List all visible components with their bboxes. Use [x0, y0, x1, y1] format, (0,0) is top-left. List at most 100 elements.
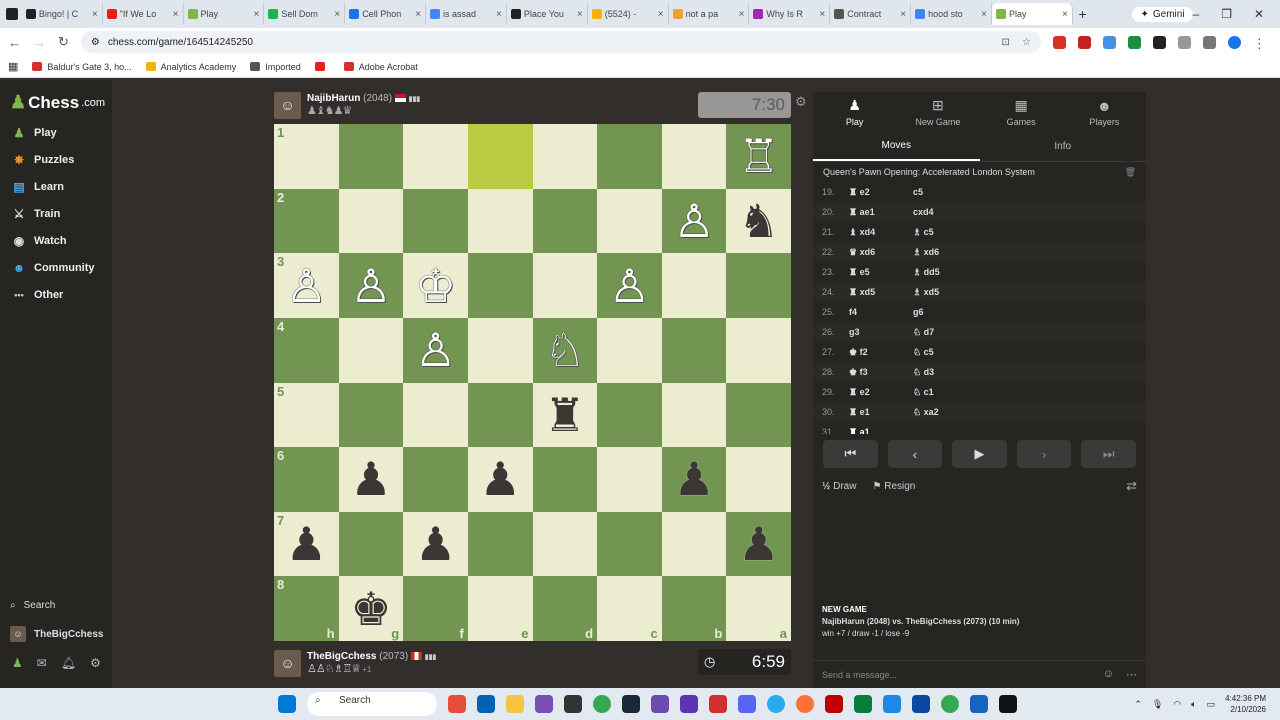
- black-king-icon[interactable]: ♚: [350, 586, 391, 632]
- board-square-f1[interactable]: [403, 124, 468, 189]
- black-move[interactable]: ♘ c1: [913, 387, 977, 398]
- sidebar-item-community[interactable]: ☻ Community: [12, 261, 95, 275]
- app-icon[interactable]: [912, 695, 930, 713]
- chesscom-logo[interactable]: ♟ Chess .com: [10, 92, 105, 113]
- black-pawn-icon[interactable]: ♟: [673, 456, 714, 502]
- telegram-icon[interactable]: [767, 695, 785, 713]
- board-square-f3[interactable]: ♔: [403, 253, 468, 318]
- white-move[interactable]: ♜ a1: [849, 427, 913, 435]
- black-move[interactable]: g6: [913, 307, 977, 317]
- sidepanel-icon[interactable]: [1202, 35, 1216, 49]
- black-move[interactable]: ♗ xd5: [913, 287, 977, 298]
- board-square-h3[interactable]: 3 ♙: [274, 253, 339, 318]
- filezilla-icon[interactable]: [825, 695, 843, 713]
- black-knight-icon[interactable]: ♞: [738, 198, 779, 244]
- profile-avatar[interactable]: [1227, 35, 1241, 49]
- battery-icon[interactable]: ▭: [1207, 699, 1216, 710]
- sidebar-item-train[interactable]: ⚔ Train: [12, 207, 61, 221]
- browser-tab[interactable]: hood sto ×: [911, 3, 992, 25]
- board-square-g3[interactable]: ♙: [338, 253, 404, 318]
- board-square-b6[interactable]: ♟: [661, 447, 727, 512]
- browser-tab[interactable]: Play ×: [184, 3, 265, 25]
- black-rook-icon[interactable]: ♜: [544, 392, 585, 438]
- board-square-c3[interactable]: ♙: [597, 253, 662, 318]
- white-move[interactable]: ♚ f2: [849, 347, 913, 358]
- board-square-c2[interactable]: [597, 188, 662, 254]
- own-avatar[interactable]: ☺: [274, 649, 301, 677]
- black-move[interactable]: c5: [913, 187, 977, 197]
- close-icon[interactable]: ×: [900, 9, 906, 20]
- more-options-icon[interactable]: ⋯: [1126, 668, 1137, 681]
- tab-search-icon[interactable]: [6, 8, 18, 20]
- sidebar-item-puzzles[interactable]: ✸ Puzzles: [12, 153, 74, 167]
- board-square-b8[interactable]: b: [661, 576, 727, 641]
- draw-button[interactable]: ½ Draw: [822, 481, 856, 492]
- opponent-name[interactable]: NajibHarun: [307, 93, 360, 104]
- app-icon[interactable]: [999, 695, 1017, 713]
- taskbar-search[interactable]: ⌕ Search: [307, 692, 437, 716]
- board-square-b5[interactable]: [661, 382, 727, 448]
- bookmark-item[interactable]: Imported: [250, 62, 301, 72]
- board-square-b1[interactable]: [661, 124, 727, 189]
- black-pawn-icon[interactable]: ♟: [415, 521, 456, 567]
- board-square-d7[interactable]: [532, 511, 598, 577]
- app-icon[interactable]: [564, 695, 582, 713]
- maximize-icon[interactable]: ❐: [1221, 7, 1232, 21]
- browser-tab[interactable]: Cell Phon ×: [345, 3, 427, 25]
- board-square-d6[interactable]: [532, 447, 598, 512]
- board-square-g2[interactable]: [338, 188, 404, 254]
- sidebar-profile[interactable]: ☺ TheBigCchess: [10, 626, 103, 642]
- white-pawn-icon[interactable]: ♙: [415, 327, 456, 373]
- board-square-c1[interactable]: [597, 124, 662, 189]
- board-square-c7[interactable]: [597, 511, 662, 577]
- white-pawn-icon[interactable]: ♙: [350, 263, 391, 309]
- app-icon[interactable]: [709, 695, 727, 713]
- app-icon[interactable]: [448, 695, 466, 713]
- close-icon[interactable]: ×: [254, 9, 260, 20]
- close-icon[interactable]: ×: [658, 9, 664, 20]
- file-explorer-icon[interactable]: [506, 695, 524, 713]
- sidebar-item-play[interactable]: ♟ Play: [12, 126, 57, 140]
- white-pawn-icon[interactable]: ♙: [609, 263, 650, 309]
- opening-name[interactable]: Queen's Pawn Opening: Accelerated London…: [823, 167, 1035, 177]
- board-square-d3[interactable]: [532, 253, 598, 318]
- bookmark-item[interactable]: [314, 62, 330, 71]
- board-square-b2[interactable]: ♙: [661, 188, 727, 254]
- white-move[interactable]: ♜ e5: [849, 267, 913, 278]
- board-square-f7[interactable]: ♟: [403, 511, 468, 577]
- board-square-h8[interactable]: 8h: [274, 576, 339, 641]
- black-move[interactable]: ♗ dd5: [913, 267, 977, 278]
- white-move[interactable]: ♜ xd5: [849, 287, 913, 298]
- browser-tab[interactable]: (5524) - ×: [588, 3, 669, 25]
- browser-tab[interactable]: Place You ×: [507, 3, 588, 25]
- board-square-h1[interactable]: 1: [274, 124, 339, 189]
- browser-tab[interactable]: not a pa ×: [669, 3, 750, 25]
- app-icon[interactable]: [680, 695, 698, 713]
- chess-board[interactable]: 1 ♖ 2 ♙ ♞ 3 ♙ ♙ ♔ ♙ 4 ♙ ♘ 5 ♜ 6 ♟ ♟ ♟ 7 ♟ ♟ ♟ 8 h g ♚ f e d c b a: [274, 124, 791, 641]
- board-square-e1[interactable]: [467, 124, 533, 189]
- extension-icon[interactable]: [1102, 35, 1116, 49]
- extension-icon[interactable]: [1127, 35, 1141, 49]
- board-settings-icon[interactable]: ⚙: [795, 94, 807, 110]
- board-square-f2[interactable]: [403, 188, 468, 254]
- sidebar-item-watch[interactable]: ◉ Watch: [12, 234, 67, 248]
- play-moves-button[interactable]: ▶: [952, 440, 1007, 468]
- board-square-a8[interactable]: a: [726, 576, 791, 641]
- board-square-a6[interactable]: [726, 447, 791, 512]
- board-square-b3[interactable]: [661, 253, 727, 318]
- browser-tab[interactable]: Bingo! | C ×: [22, 3, 103, 25]
- white-move[interactable]: ♜ e2: [849, 387, 913, 398]
- extension-icon[interactable]: [1152, 35, 1166, 49]
- black-move[interactable]: ♘ d7: [913, 327, 977, 338]
- board-square-c5[interactable]: [597, 382, 662, 448]
- board-square-a1[interactable]: ♖: [726, 124, 791, 189]
- close-icon[interactable]: ×: [739, 9, 745, 20]
- board-square-b4[interactable]: [661, 317, 727, 383]
- bookmark-item[interactable]: Baldur's Gate 3, ho...: [32, 62, 132, 72]
- board-square-f6[interactable]: [403, 447, 468, 512]
- board-square-c6[interactable]: [597, 447, 662, 512]
- browser-tab[interactable]: Why Is R ×: [749, 3, 831, 25]
- board-square-b7[interactable]: [661, 511, 727, 577]
- last-move-button[interactable]: ⏭: [1081, 440, 1136, 468]
- board-square-g4[interactable]: [338, 317, 404, 383]
